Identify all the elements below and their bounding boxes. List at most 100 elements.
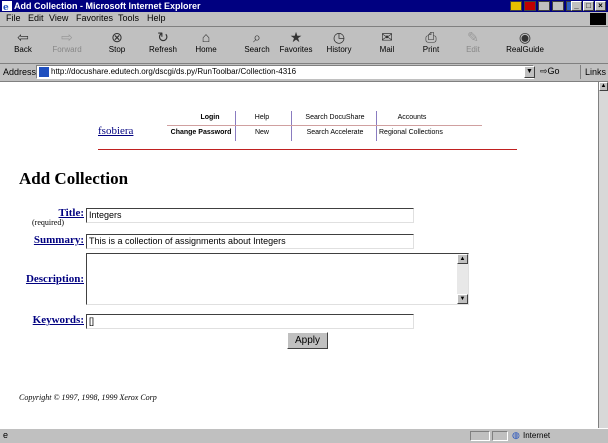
nav-divider (376, 111, 377, 141)
home-button[interactable]: ⌂ Home (185, 29, 227, 54)
security-zone-label: Internet (523, 431, 551, 440)
summary-field[interactable]: This is a collection of assignments abou… (86, 234, 414, 249)
address-input[interactable]: http://docushare.edutech.org/dscgi/ds.py… (36, 65, 534, 79)
edit-label: Edit (466, 45, 480, 54)
internet-zone-icon: ◍ (512, 430, 520, 440)
nav-help[interactable]: Help (240, 114, 284, 121)
nav-regional-collections[interactable]: Regional Collections (379, 129, 451, 136)
favorites-icon: ★ (289, 29, 303, 45)
mail-icon: ✉ (381, 29, 393, 45)
nav-rule (167, 125, 482, 126)
forward-arrow-icon: ⇨ (61, 29, 73, 45)
menu-view[interactable]: View (49, 13, 68, 23)
print-icon: ⎙ (425, 29, 437, 45)
user-link[interactable]: fsobiera (98, 125, 133, 137)
summary-label-link[interactable]: Summary: (20, 234, 84, 246)
task-icon-2[interactable] (524, 1, 536, 11)
task-icon-4[interactable] (552, 1, 564, 11)
status-pane (470, 431, 490, 441)
stop-button[interactable]: ⊗ Stop (96, 29, 138, 54)
address-bar: Address http://docushare.edutech.org/dsc… (0, 64, 608, 82)
page-content: fsobiera Login Change Password Help New … (0, 82, 598, 428)
scroll-down-icon[interactable]: ▼ (457, 294, 468, 304)
copyright-text: Copyright © 1997, 1998, 1999 Xerox Corp (19, 393, 157, 402)
nav-accounts[interactable]: Accounts (380, 114, 444, 121)
required-note: (required) (32, 218, 64, 227)
history-button[interactable]: ◷ History (318, 29, 360, 54)
scroll-up-arrow-icon[interactable]: ▲ (599, 82, 608, 91)
favorites-button[interactable]: ★ Favorites (275, 29, 317, 54)
window-title-bar: e Add Collection - Microsoft Internet Ex… (0, 0, 608, 12)
keywords-label-link[interactable]: Keywords: (14, 314, 84, 326)
back-arrow-icon: ⇦ (17, 29, 29, 45)
scroll-up-icon[interactable]: ▲ (457, 254, 468, 264)
keywords-field[interactable]: [] (86, 314, 414, 329)
edit-icon: ✎ (467, 29, 479, 45)
realguide-label: RealGuide (506, 45, 544, 54)
address-url: http://docushare.edutech.org/dscgi/ds.py… (51, 67, 297, 76)
home-label: Home (195, 45, 217, 54)
favorites-label: Favorites (279, 45, 313, 54)
realguide-button[interactable]: ◉ RealGuide (504, 29, 546, 54)
title-field[interactable]: Integers (86, 208, 414, 223)
svg-text:e: e (3, 3, 9, 11)
nav-divider (235, 111, 236, 141)
menu-edit[interactable]: Edit (28, 13, 44, 23)
stop-label: Stop (108, 45, 126, 54)
windows-logo-icon (590, 13, 606, 25)
ie-logo-icon: e (2, 1, 12, 11)
task-icon-3[interactable] (538, 1, 550, 11)
menu-favorites[interactable]: Favorites (76, 13, 113, 23)
status-pane (492, 431, 508, 441)
search-button[interactable]: ⌕ Search (236, 29, 278, 54)
description-scrollbar[interactable]: ▲ ▼ (457, 254, 468, 304)
refresh-button[interactable]: ↻ Refresh (142, 29, 184, 54)
task-icon-1[interactable] (510, 1, 522, 11)
page-scrollbar[interactable]: ▲ (598, 82, 608, 428)
print-label: Print (422, 45, 440, 54)
status-bar: e ◍ Internet (0, 428, 608, 443)
window-title: Add Collection - Microsoft Internet Expl… (14, 1, 201, 11)
go-arrow-icon: ⇨ (540, 66, 548, 76)
go-label: Go (547, 66, 560, 76)
home-icon: ⌂ (201, 29, 211, 45)
stop-icon: ⊗ (111, 29, 123, 45)
search-icon: ⌕ (253, 29, 261, 45)
page-title: Add Collection (19, 169, 129, 188)
mail-button[interactable]: ✉ Mail (366, 29, 408, 54)
mail-label: Mail (379, 45, 395, 54)
nav-divider (291, 111, 292, 141)
history-label: History (326, 45, 352, 54)
forward-button[interactable]: ⇨ Forward (46, 29, 88, 54)
address-dropdown-button[interactable]: ▼ (524, 66, 535, 78)
apply-button[interactable]: Apply (287, 332, 328, 349)
toolbar: ⇦ Back ⇨ Forward ⊗ Stop ↻ Refresh ⌂ Home… (0, 27, 608, 64)
realguide-icon: ◉ (518, 29, 532, 45)
menu-bar: File Edit View Favorites Tools Help (0, 12, 608, 27)
nav-login[interactable]: Login (185, 114, 235, 121)
nav-new[interactable]: New (240, 129, 284, 136)
refresh-icon: ↻ (157, 29, 169, 45)
print-button[interactable]: ⎙ Print (410, 29, 452, 54)
close-button[interactable]: × (595, 1, 606, 11)
description-field[interactable]: ▲ ▼ (86, 253, 469, 305)
description-label-link[interactable]: Description: (6, 273, 84, 285)
nav-search-accelerate[interactable]: Search Accelerate (296, 129, 374, 136)
menu-tools[interactable]: Tools (118, 13, 139, 23)
menu-help[interactable]: Help (147, 13, 166, 23)
nav-change-password[interactable]: Change Password (167, 129, 235, 136)
header-divider (98, 149, 517, 150)
page-done-icon: e (3, 430, 9, 440)
maximize-button[interactable]: □ (583, 1, 594, 11)
back-label: Back (14, 45, 32, 54)
edit-button[interactable]: ✎ Edit (452, 29, 494, 54)
nav-search-docushare[interactable]: Search DocuShare (296, 114, 374, 121)
links-button[interactable]: Links (580, 65, 606, 79)
back-button[interactable]: ⇦ Back (2, 29, 44, 54)
go-button[interactable]: ⇨Go (540, 66, 560, 77)
address-label: Address (3, 67, 37, 77)
menu-file[interactable]: File (6, 13, 21, 23)
refresh-label: Refresh (148, 45, 177, 54)
minimize-button[interactable]: _ (571, 1, 582, 11)
page-icon (39, 67, 49, 77)
